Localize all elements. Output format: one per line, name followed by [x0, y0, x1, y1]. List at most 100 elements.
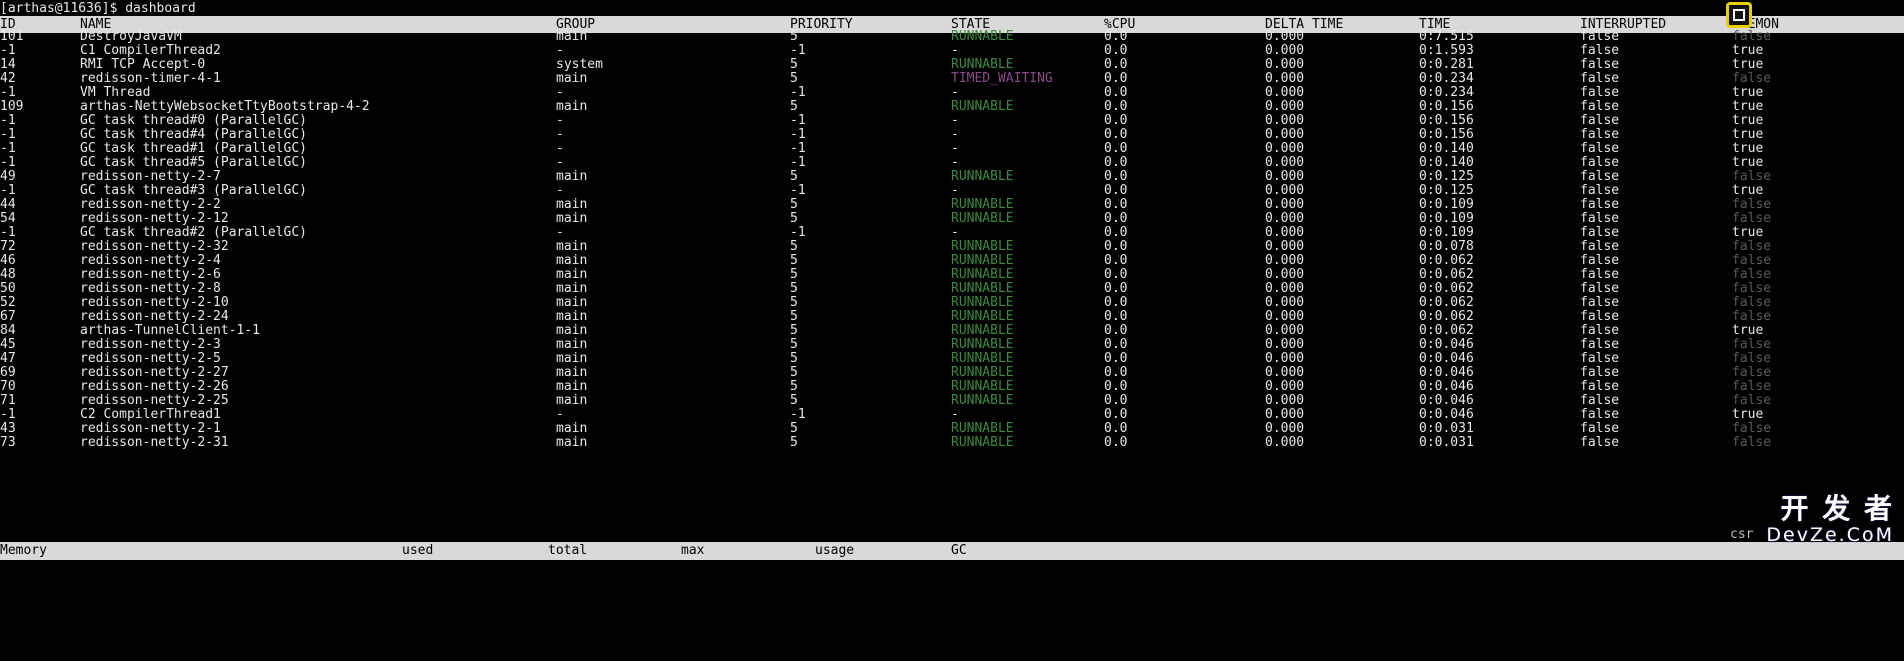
cell-state: RUNNABLE: [951, 267, 1014, 282]
thread-row: 47 redisson-netty-2-5 main 5 RUNNABLE 0.0 0.00…: [0, 352, 1904, 366]
cell-name: redisson-netty-2-4: [80, 253, 221, 268]
cell-id: 44: [0, 197, 16, 212]
cell-group: -: [556, 85, 564, 100]
cell-name: redisson-netty-2-32: [80, 239, 229, 254]
cell-group: main: [556, 337, 588, 352]
cell-state: RUNNABLE: [951, 239, 1014, 254]
cell-cpu: 0.0: [1104, 57, 1128, 72]
cell-group: main: [556, 379, 588, 394]
thread-row: 45 redisson-netty-2-3 main 5 RUNNABLE 0.0 0.00…: [0, 338, 1904, 352]
cell-interrupted: false: [1580, 197, 1620, 212]
cell-state: -: [951, 85, 959, 100]
cell-group: main: [556, 239, 588, 254]
cell-daemon: true: [1732, 43, 1764, 58]
cell-daemon: false: [1732, 379, 1772, 394]
cell-name: GC task thread#1 (ParallelGC): [80, 141, 307, 156]
cell-name: redisson-netty-2-8: [80, 281, 221, 296]
thread-row: 49 redisson-netty-2-7 main 5 RUNNABLE 0.0 0.00…: [0, 170, 1904, 184]
cell-daemon: true: [1732, 323, 1764, 338]
cell-daemon: false: [1732, 435, 1772, 450]
cell-delta-time: 0.000: [1265, 85, 1305, 100]
cell-id: -1: [0, 155, 16, 170]
cell-priority: 5: [790, 295, 798, 310]
cell-state: RUNNABLE: [951, 211, 1014, 226]
cell-priority: 5: [790, 71, 798, 86]
cell-state: RUNNABLE: [951, 309, 1014, 324]
thread-row: 73 redisson-netty-2-31 main 5 RUNNABLE 0.0 0.0…: [0, 436, 1904, 450]
cell-interrupted: false: [1580, 225, 1620, 240]
memory-col-memory: Memory: [0, 543, 47, 558]
memory-col-gc: GC: [951, 543, 967, 558]
memory-col-usage: usage: [815, 543, 855, 558]
cell-time: 0:7.515: [1419, 29, 1474, 44]
cell-group: main: [556, 351, 588, 366]
cell-cpu: 0.0: [1104, 99, 1128, 114]
cell-group: system: [556, 57, 603, 72]
cell-interrupted: false: [1580, 29, 1620, 44]
watermark-top-text: 开 发 者: [1780, 492, 1894, 525]
thread-row: 43 redisson-netty-2-1 main 5 RUNNABLE 0.0 0.00…: [0, 422, 1904, 436]
cell-id: 109: [0, 99, 24, 114]
cell-delta-time: 0.000: [1265, 57, 1305, 72]
cell-state: RUNNABLE: [951, 169, 1014, 184]
cell-state: RUNNABLE: [951, 295, 1014, 310]
cell-cpu: 0.0: [1104, 309, 1128, 324]
cell-state: RUNNABLE: [951, 379, 1014, 394]
cell-delta-time: 0.000: [1265, 309, 1305, 324]
thread-row: 46 redisson-netty-2-4 main 5 RUNNABLE 0.0 0.00…: [0, 254, 1904, 268]
cell-id: 49: [0, 169, 16, 184]
cell-group: main: [556, 393, 588, 408]
cell-name: redisson-netty-2-31: [80, 435, 229, 450]
terminal-prompt[interactable]: [arthas@11636]$ dashboard: [0, 0, 1904, 17]
thread-row: -1 GC task thread#0 (ParallelGC) - -1 - 0.0 0.…: [0, 114, 1904, 128]
cell-cpu: 0.0: [1104, 351, 1128, 366]
cell-interrupted: false: [1580, 113, 1620, 128]
cell-time: 0:0.062: [1419, 253, 1474, 268]
cell-group: -: [556, 225, 564, 240]
cell-priority: -1: [790, 113, 806, 128]
cell-id: 14: [0, 57, 16, 72]
cell-priority: -1: [790, 183, 806, 198]
cell-state: RUNNABLE: [951, 57, 1014, 72]
cell-priority: 5: [790, 29, 798, 44]
cell-delta-time: 0.000: [1265, 239, 1305, 254]
cell-time: 0:0.078: [1419, 239, 1474, 254]
thread-row: 52 redisson-netty-2-10 main 5 RUNNABLE 0.0 0.0…: [0, 296, 1904, 310]
cell-priority: 5: [790, 421, 798, 436]
cell-cpu: 0.0: [1104, 267, 1128, 282]
cell-priority: 5: [790, 99, 798, 114]
cell-delta-time: 0.000: [1265, 43, 1305, 58]
cell-id: 48: [0, 267, 16, 282]
cell-time: 0:0.062: [1419, 267, 1474, 282]
thread-row: 84 arthas-TunnelClient-1-1 main 5 RUNNABLE 0.…: [0, 324, 1904, 338]
focus-frame-icon[interactable]: [1726, 2, 1752, 28]
cell-interrupted: false: [1580, 365, 1620, 380]
cell-delta-time: 0.000: [1265, 253, 1305, 268]
cell-state: -: [951, 127, 959, 142]
cell-name: GC task thread#0 (ParallelGC): [80, 113, 307, 128]
cell-time: 0:0.062: [1419, 323, 1474, 338]
cell-id: 101: [0, 29, 24, 44]
cell-daemon: false: [1732, 281, 1772, 296]
cell-delta-time: 0.000: [1265, 267, 1305, 282]
cell-delta-time: 0.000: [1265, 407, 1305, 422]
cell-daemon: false: [1732, 197, 1772, 212]
cell-cpu: 0.0: [1104, 155, 1128, 170]
cell-interrupted: false: [1580, 43, 1620, 58]
cell-cpu: 0.0: [1104, 197, 1128, 212]
cell-interrupted: false: [1580, 85, 1620, 100]
cell-name: redisson-timer-4-1: [80, 71, 221, 86]
cell-state: RUNNABLE: [951, 281, 1014, 296]
cell-group: main: [556, 309, 588, 324]
thread-row: 69 redisson-netty-2-27 main 5 RUNNABLE 0.0 0.0…: [0, 366, 1904, 380]
thread-row: 14 RMI TCP Accept-0 system 5 RUNNABLE 0.0 0.00…: [0, 58, 1904, 72]
cell-id: 46: [0, 253, 16, 268]
cell-interrupted: false: [1580, 295, 1620, 310]
cell-priority: 5: [790, 197, 798, 212]
cell-group: main: [556, 211, 588, 226]
cell-name: redisson-netty-2-6: [80, 267, 221, 282]
cell-daemon: true: [1732, 127, 1764, 142]
cell-time: 0:0.046: [1419, 407, 1474, 422]
cell-priority: 5: [790, 281, 798, 296]
cell-interrupted: false: [1580, 99, 1620, 114]
